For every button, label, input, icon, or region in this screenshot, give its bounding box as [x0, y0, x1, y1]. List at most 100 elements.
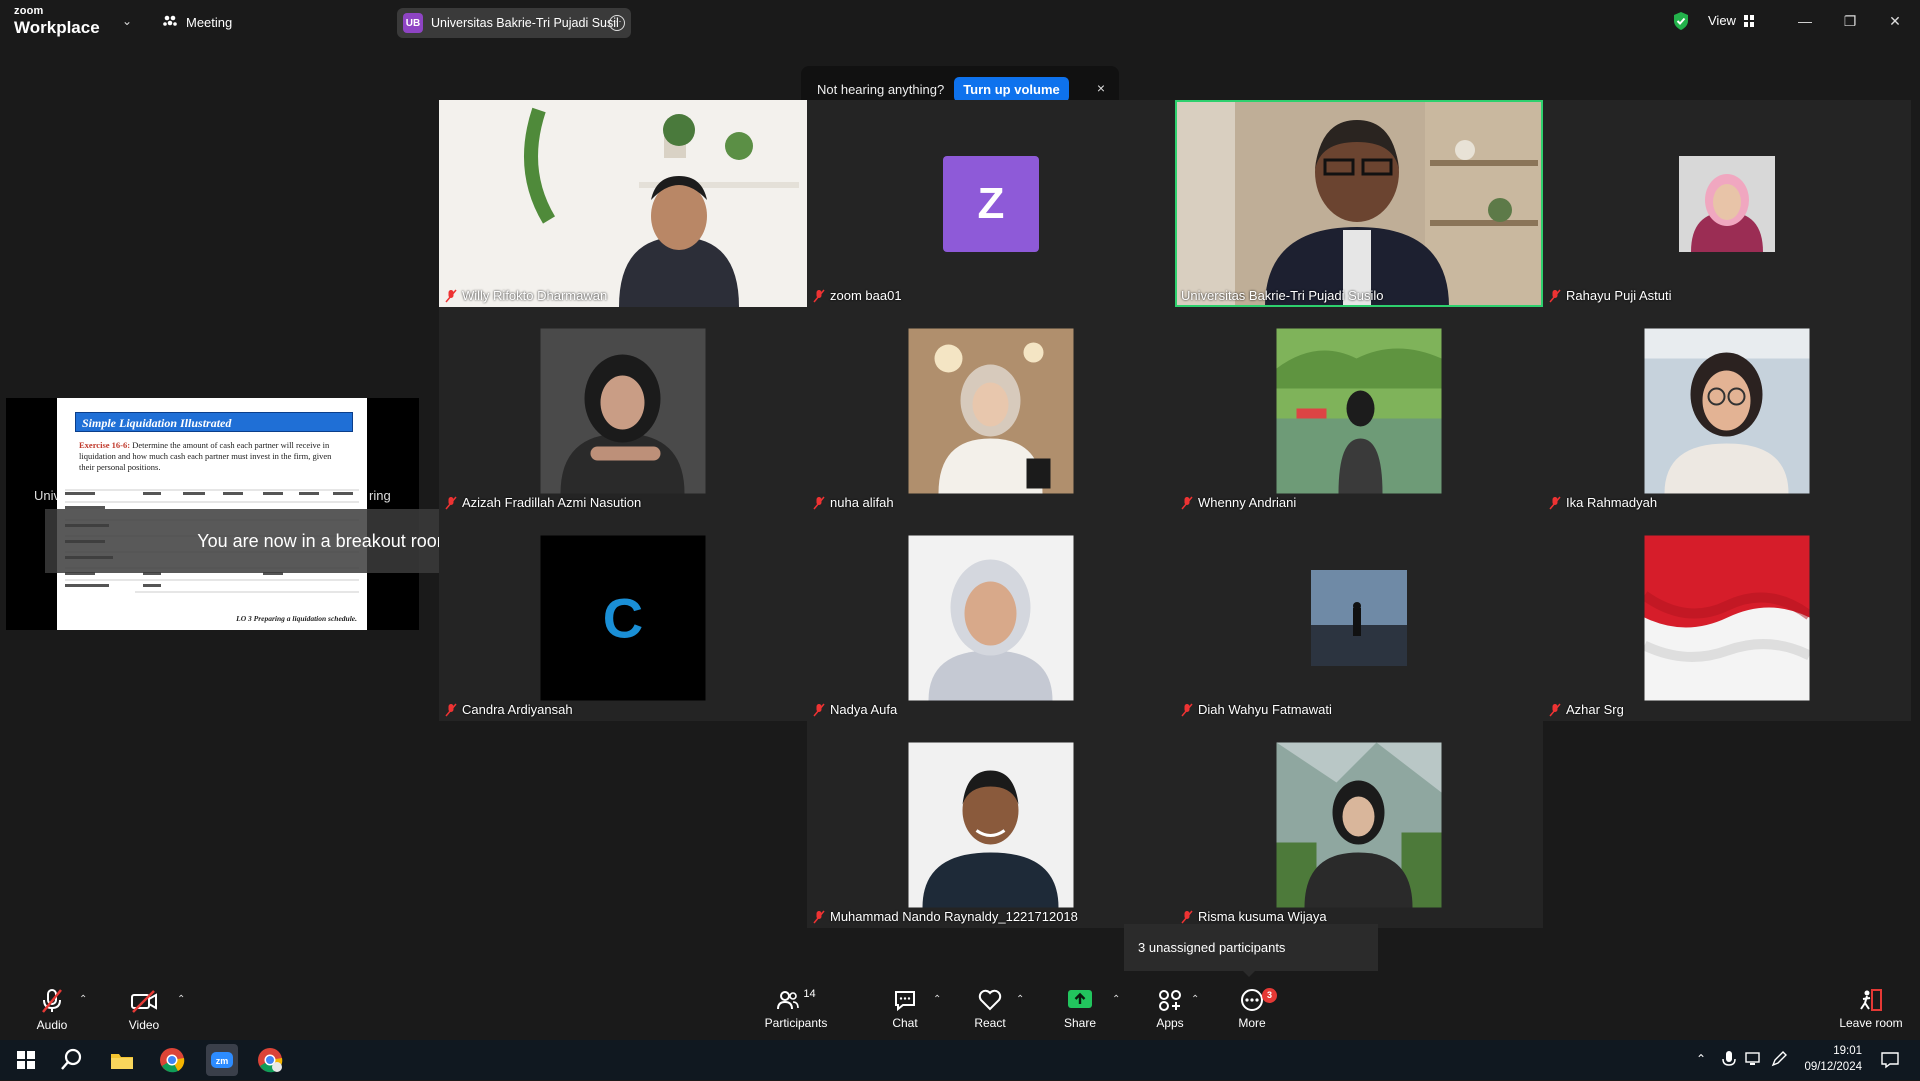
chrome-icon[interactable] — [158, 1046, 186, 1074]
participant-tile-7[interactable]: Whenny Andriani — [1175, 307, 1543, 514]
participants-count: 14 — [803, 988, 816, 1000]
file-explorer-icon[interactable] — [108, 1046, 136, 1074]
avatar: C — [540, 535, 706, 700]
participants-button[interactable]: 14 Participants — [760, 988, 832, 1030]
participant-name: Azhar Srg — [1549, 702, 1624, 717]
windows-start-icon[interactable] — [12, 1046, 40, 1074]
participant-name: Ika Rahmadyah — [1549, 495, 1657, 510]
notification-badge: 3 — [1262, 988, 1277, 1003]
muted-mic-icon — [1549, 289, 1561, 302]
session-name: Universitas Bakrie-Tri Pujadi Susil — [431, 16, 619, 30]
chrome-profile-icon[interactable] — [256, 1046, 284, 1074]
more-options-icon[interactable]: ··· — [609, 15, 625, 31]
muted-microphone-icon — [42, 989, 62, 1013]
participant-photo — [1276, 328, 1442, 493]
chat-icon — [895, 991, 915, 1012]
muted-mic-icon — [813, 289, 825, 302]
session-avatar: UB — [403, 13, 423, 33]
audio-button[interactable]: Audio — [30, 988, 74, 1032]
minimize-button[interactable]: — — [1790, 8, 1820, 34]
zoom-app-icon[interactable]: zm — [206, 1044, 238, 1076]
network-icon[interactable] — [1745, 1050, 1763, 1068]
participant-photo — [1644, 535, 1810, 700]
participant-tile-9[interactable]: C Candra Ardiyansah — [439, 514, 807, 721]
muted-mic-icon — [813, 703, 825, 716]
participant-photo — [1276, 742, 1442, 907]
restore-button[interactable]: ❐ — [1835, 8, 1865, 34]
participant-tile-2[interactable]: Z zoom baa01 — [807, 100, 1175, 307]
meeting-session-tab[interactable]: UB Universitas Bakrie-Tri Pujadi Susil ·… — [397, 8, 631, 38]
video-button[interactable]: Video — [122, 988, 166, 1032]
participant-name: Willy Rifokto Dharmawan — [445, 288, 607, 303]
participant-name: Whenny Andriani — [1181, 495, 1296, 510]
apps-button[interactable]: Apps — [1150, 988, 1190, 1030]
participant-photo — [1311, 569, 1407, 666]
audio-options-caret[interactable]: ⌃ — [79, 994, 87, 1005]
muted-mic-icon — [813, 910, 825, 923]
search-icon[interactable] — [58, 1046, 86, 1074]
participant-tile-8[interactable]: Ika Rahmadyah — [1543, 307, 1911, 514]
chat-options-caret[interactable]: ⌃ — [933, 994, 941, 1005]
muted-mic-icon — [1181, 910, 1193, 923]
muted-mic-icon — [1549, 496, 1561, 509]
meeting-controls-toolbar: Audio ⌃ Video ⌃ 14 Participants Chat ⌃ R… — [0, 980, 1920, 1040]
participant-tile-3[interactable]: Universitas Bakrie-Tri Pujadi Susilo — [1175, 100, 1543, 307]
zoom-logo-icon: zm — [211, 1052, 233, 1068]
participant-name: Risma kusuma Wijaya — [1181, 909, 1327, 924]
participant-tile-10[interactable]: Nadya Aufa — [807, 514, 1175, 721]
participant-name: Universitas Bakrie-Tri Pujadi Susilo — [1181, 288, 1384, 303]
participant-tile-13[interactable]: Muhammad Nando Raynaldy_1221712018 — [807, 721, 1175, 928]
muted-mic-icon — [1549, 703, 1561, 716]
share-screen-icon — [1068, 990, 1092, 1008]
tray-expand-icon[interactable]: ⌃ — [1696, 1052, 1706, 1066]
participant-tile-6[interactable]: nuha alifah — [807, 307, 1175, 514]
pen-icon[interactable] — [1770, 1050, 1788, 1068]
title-bar: zoom Workplace ⌄ Meeting UB Universitas … — [0, 0, 1920, 44]
participant-name: Diah Wahyu Fatmawati — [1181, 702, 1332, 717]
chat-button[interactable]: Chat — [885, 988, 925, 1030]
grid-view-icon — [1743, 14, 1754, 27]
participant-photo — [908, 535, 1074, 700]
chevron-down-icon[interactable]: ⌄ — [122, 14, 132, 28]
close-button[interactable]: ✕ — [1880, 8, 1910, 34]
share-options-caret[interactable]: ⌃ — [1112, 994, 1120, 1005]
participant-tile-14[interactable]: Risma kusuma Wijaya — [1175, 721, 1543, 928]
participant-video — [439, 100, 807, 307]
muted-mic-icon — [445, 289, 457, 302]
participant-tile-12[interactable]: Azhar Srg — [1543, 514, 1911, 721]
apps-options-caret[interactable]: ⌃ — [1191, 994, 1199, 1005]
muted-mic-icon — [1181, 496, 1193, 509]
share-button[interactable]: Share — [1060, 988, 1100, 1030]
participant-tile-1[interactable]: Willy Rifokto Dharmawan — [439, 100, 807, 307]
react-options-caret[interactable]: ⌃ — [1016, 994, 1024, 1005]
meeting-people-icon — [163, 15, 177, 26]
slide-exercise: Exercise 16-6: Determine the amount of c… — [79, 440, 332, 472]
muted-mic-icon — [1181, 703, 1193, 716]
close-icon[interactable]: × — [1097, 80, 1105, 96]
view-button[interactable]: View — [1708, 13, 1754, 28]
shield-check-icon[interactable] — [1672, 11, 1690, 31]
zoom-workplace-logo[interactable]: zoom Workplace — [14, 6, 100, 37]
participant-name: nuha alifah — [813, 495, 894, 510]
more-icon — [1241, 989, 1263, 1011]
participant-name: Rahayu Puji Astuti — [1549, 288, 1672, 303]
participant-tile-5[interactable]: Azizah Fradillah Azmi Nasution — [439, 307, 807, 514]
participant-video — [1175, 100, 1543, 307]
participant-name: Muhammad Nando Raynaldy_1221712018 — [813, 909, 1078, 924]
heart-icon — [978, 989, 1002, 1011]
participant-photo — [908, 742, 1074, 907]
participant-name: Nadya Aufa — [813, 702, 897, 717]
svg-text:zm: zm — [216, 1056, 229, 1066]
participant-tile-4[interactable]: Rahayu Puji Astuti — [1543, 100, 1911, 307]
system-clock[interactable]: 19:01 09/12/2024 — [1804, 1043, 1862, 1075]
muted-mic-icon — [813, 496, 825, 509]
react-button[interactable]: React — [968, 988, 1012, 1030]
video-options-caret[interactable]: ⌃ — [177, 994, 185, 1005]
participant-tile-11[interactable]: Diah Wahyu Fatmawati — [1175, 514, 1543, 721]
slide-footer: LO 3 Preparing a liquidation schedule. — [236, 614, 357, 623]
microphone-tray-icon[interactable] — [1722, 1050, 1736, 1070]
turn-up-volume-button[interactable]: Turn up volume — [954, 76, 1069, 102]
notifications-icon[interactable] — [1880, 1050, 1900, 1070]
leave-room-button[interactable]: Leave room — [1836, 988, 1906, 1030]
meeting-button[interactable]: Meeting — [162, 12, 232, 32]
